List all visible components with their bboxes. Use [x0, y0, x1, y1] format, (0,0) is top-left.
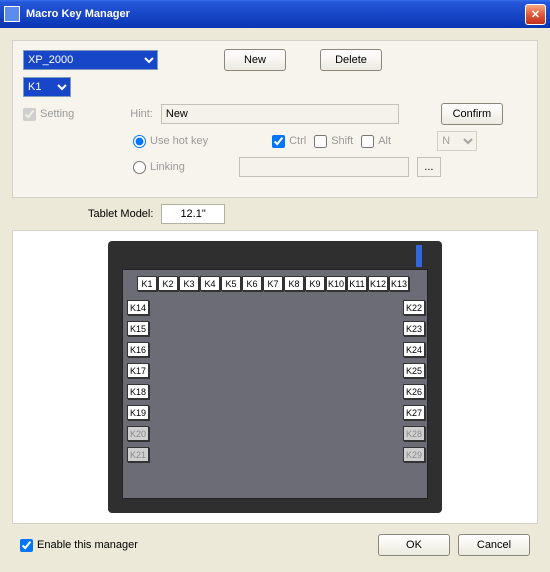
macro-key-k22[interactable]: K22	[403, 300, 425, 315]
hotkey-label: Use hot key	[150, 135, 208, 147]
macro-key-k14[interactable]: K14	[127, 300, 149, 315]
macro-key-k2[interactable]: K2	[158, 276, 178, 291]
hotkey-radio[interactable]: Use hot key	[133, 135, 208, 148]
model-row: Tablet Model: 12.1"	[88, 204, 538, 224]
shift-input[interactable]	[314, 135, 327, 148]
macro-key-k3[interactable]: K3	[179, 276, 199, 291]
linking-input[interactable]	[239, 157, 409, 177]
tablet-indicator	[416, 245, 422, 267]
macro-key-k23[interactable]: K23	[403, 321, 425, 336]
delete-button[interactable]: Delete	[320, 49, 382, 71]
macro-key-k1[interactable]: K1	[137, 276, 157, 291]
key-select[interactable]: K1	[23, 77, 71, 97]
title-bar: Macro Key Manager ✕	[0, 0, 550, 28]
macro-key-k28[interactable]: K28	[403, 426, 425, 441]
macro-key-k11[interactable]: K11	[347, 276, 367, 291]
linking-radio[interactable]: Linking	[133, 161, 185, 174]
tablet-preview-area: K1K2K3K4K5K6K7K8K9K10K11K12K13 K14 K15 K16 K…	[12, 230, 538, 524]
macro-key-k17[interactable]: K17	[127, 363, 149, 378]
modifier-select[interactable]: N	[437, 131, 477, 151]
macro-key-k15[interactable]: K15	[127, 321, 149, 336]
macro-key-k25[interactable]: K25	[403, 363, 425, 378]
macro-key-k10[interactable]: K10	[326, 276, 346, 291]
macro-key-k26[interactable]: K26	[403, 384, 425, 399]
close-button[interactable]: ✕	[525, 4, 546, 25]
window-body: XP_2000 New Delete K1 Setting Hint: Conf…	[0, 28, 550, 572]
macro-key-k24[interactable]: K24	[403, 342, 425, 357]
tablet-model-label: Tablet Model:	[88, 208, 153, 220]
enable-manager-label: Enable this manager	[37, 539, 138, 551]
macro-key-k8[interactable]: K8	[284, 276, 304, 291]
macro-key-k12[interactable]: K12	[368, 276, 388, 291]
macro-key-k27[interactable]: K27	[403, 405, 425, 420]
setting-checkbox[interactable]: Setting	[23, 108, 74, 121]
app-icon	[4, 6, 20, 22]
hint-label: Hint:	[130, 108, 153, 120]
linking-radio-input[interactable]	[133, 161, 146, 174]
macro-key-k21[interactable]: K21	[127, 447, 149, 462]
macro-key-k5[interactable]: K5	[221, 276, 241, 291]
tablet-pad: K1K2K3K4K5K6K7K8K9K10K11K12K13 K14 K15 K16 K…	[122, 269, 428, 499]
ctrl-input[interactable]	[272, 135, 285, 148]
alt-checkbox[interactable]: Alt	[361, 135, 391, 148]
browse-button[interactable]: ...	[417, 157, 441, 177]
hint-input[interactable]	[161, 104, 399, 124]
close-icon: ✕	[531, 8, 540, 21]
macro-key-k6[interactable]: K6	[242, 276, 262, 291]
tablet-device: K1K2K3K4K5K6K7K8K9K10K11K12K13 K14 K15 K16 K…	[108, 241, 442, 513]
macro-key-k29[interactable]: K29	[403, 447, 425, 462]
macro-key-k18[interactable]: K18	[127, 384, 149, 399]
macro-key-k19[interactable]: K19	[127, 405, 149, 420]
confirm-button[interactable]: Confirm	[441, 103, 503, 125]
alt-input[interactable]	[361, 135, 374, 148]
alt-label: Alt	[378, 135, 391, 147]
window-title: Macro Key Manager	[26, 8, 525, 20]
shift-label: Shift	[331, 135, 353, 147]
ctrl-label: Ctrl	[289, 135, 306, 147]
settings-group: XP_2000 New Delete K1 Setting Hint: Conf…	[12, 40, 538, 198]
hotkey-radio-input[interactable]	[133, 135, 146, 148]
ok-button[interactable]: OK	[378, 534, 450, 556]
profile-select[interactable]: XP_2000	[23, 50, 158, 70]
macro-key-k9[interactable]: K9	[305, 276, 325, 291]
cancel-button[interactable]: Cancel	[458, 534, 530, 556]
shift-checkbox[interactable]: Shift	[314, 135, 353, 148]
setting-check-input[interactable]	[23, 108, 36, 121]
macro-key-k16[interactable]: K16	[127, 342, 149, 357]
macro-key-k20[interactable]: K20	[127, 426, 149, 441]
macro-key-k4[interactable]: K4	[200, 276, 220, 291]
macro-key-k7[interactable]: K7	[263, 276, 283, 291]
setting-label: Setting	[40, 108, 74, 120]
bottom-bar: Enable this manager OK Cancel	[12, 524, 538, 560]
ctrl-checkbox[interactable]: Ctrl	[272, 135, 306, 148]
linking-label: Linking	[150, 161, 185, 173]
macro-key-k13[interactable]: K13	[389, 276, 409, 291]
tablet-model-value: 12.1"	[161, 204, 224, 224]
new-button[interactable]: New	[224, 49, 286, 71]
